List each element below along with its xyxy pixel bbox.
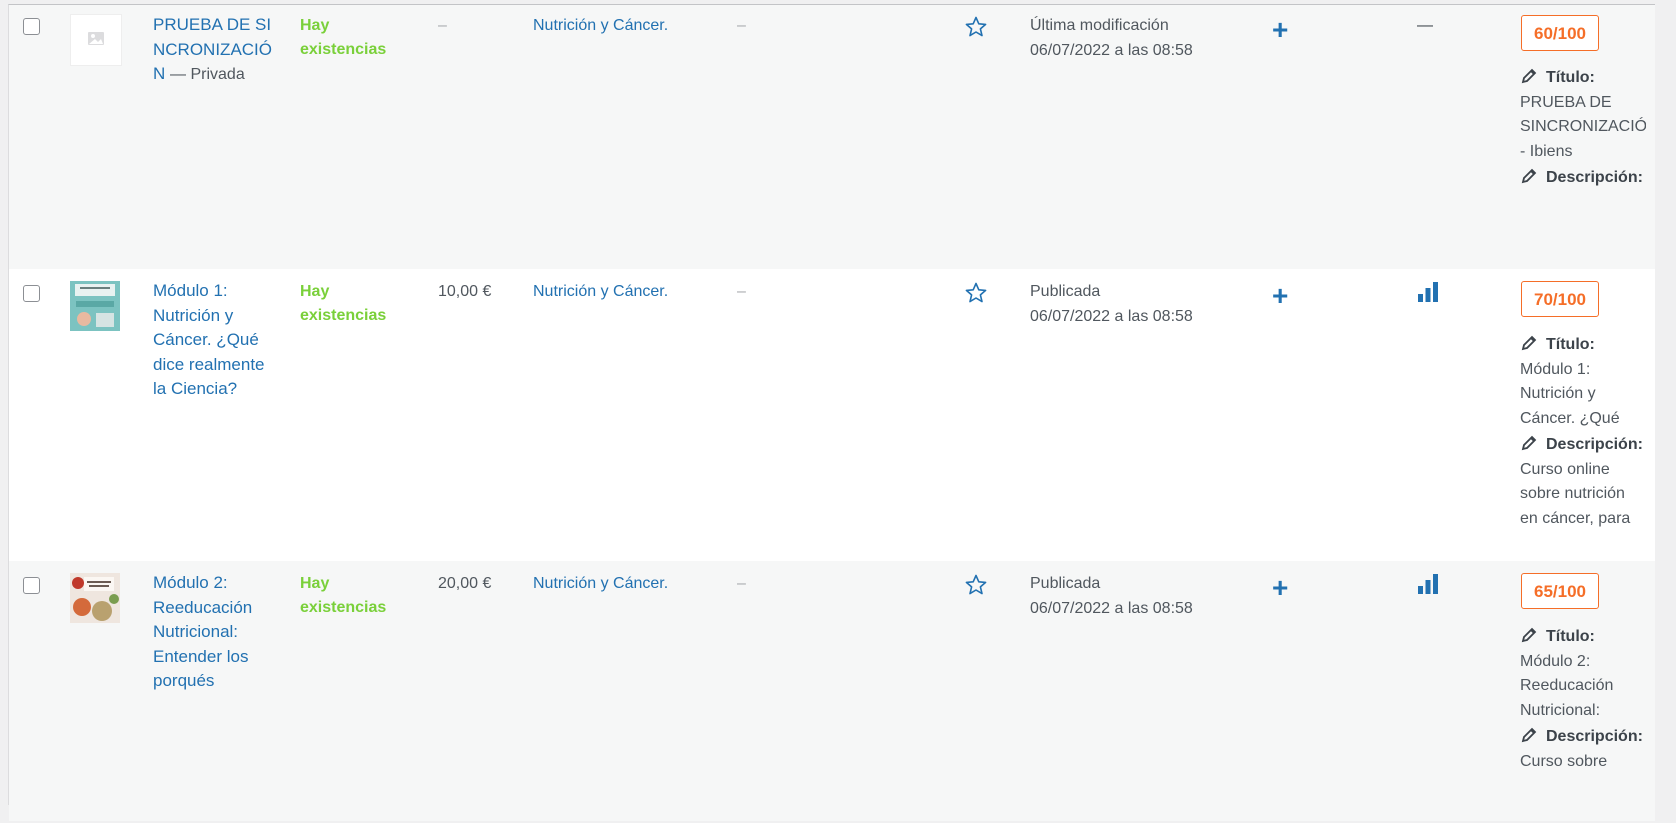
- product-title-link[interactable]: Módulo 1: Nutrición y Cáncer. ¿Qué dice …: [153, 279, 278, 402]
- plus-icon[interactable]: +: [1272, 282, 1288, 310]
- seo-title-block: Título: PRUEBA DE SINCRONIZACIÓN - Ibien…: [1520, 66, 1646, 164]
- status-label: Última modificación: [1030, 17, 1169, 34]
- product-image: [70, 573, 120, 623]
- table-row: Módulo 1: Nutrición y Cáncer. ¿Qué dice …: [9, 269, 1655, 561]
- analytics-button[interactable]: [1417, 573, 1439, 604]
- tags: –: [737, 283, 746, 300]
- status-date: 06/07/2022 a las 08:58: [1030, 599, 1193, 617]
- stock-status: Hay existencias: [300, 283, 387, 324]
- product-title[interactable]: PRUEBA DE SINCRONIZACIÓN — Privada: [153, 13, 283, 88]
- product-image: [70, 281, 120, 331]
- pencil-icon: [1521, 68, 1537, 84]
- publish-status: Última modificación 06/07/2022 a las 08:…: [1030, 14, 1230, 63]
- pencil-icon: [1521, 627, 1537, 643]
- status-label: Publicada: [1030, 575, 1101, 592]
- seo-title-text: Módulo 2: Reeducación Nutricional:: [1520, 652, 1614, 719]
- seo-description-text: Curso sobre: [1520, 752, 1608, 770]
- tags: –: [737, 575, 746, 592]
- analytics-button[interactable]: [1417, 281, 1439, 312]
- seo-title-text: PRUEBA DE SINCRONIZACIÓN - Ibiens: [1520, 93, 1646, 160]
- bar-chart-icon: [1418, 574, 1438, 594]
- table-row: PRUEBA DE SINCRONIZACIÓN — Privada Hay e…: [9, 5, 1655, 269]
- publish-status: Publicada 06/07/2022 a las 08:58: [1030, 572, 1230, 621]
- price: –: [438, 17, 447, 34]
- row-checkbox[interactable]: [23, 577, 40, 594]
- seo-title-text: Módulo 1: Nutrición y Cáncer. ¿Qué: [1520, 360, 1620, 427]
- stock-status: Hay existencias: [300, 575, 387, 616]
- plus-icon[interactable]: +: [1272, 16, 1288, 44]
- status-label: Publicada: [1030, 283, 1101, 300]
- plus-icon[interactable]: +: [1272, 574, 1288, 602]
- pencil-icon: [1521, 335, 1537, 351]
- category-link[interactable]: Nutrición y Cáncer.: [533, 14, 668, 39]
- category-link[interactable]: Nutrición y Cáncer.: [533, 280, 668, 305]
- seo-title-label: Título:: [1546, 69, 1595, 86]
- seo-description-label: Descripción:: [1546, 728, 1643, 745]
- seo-title-block: Título: Módulo 2: Reeducación Nutriciona…: [1520, 625, 1646, 723]
- featured-toggle[interactable]: [964, 15, 988, 48]
- product-thumbnail[interactable]: [70, 281, 120, 331]
- seo-description-label-row: Descripción:: [1520, 166, 1643, 191]
- star-outline-icon: [965, 574, 987, 595]
- featured-toggle[interactable]: [964, 281, 988, 314]
- seo-description-label: Descripción:: [1546, 436, 1643, 453]
- seo-score-badge[interactable]: 65/100: [1521, 573, 1599, 609]
- product-title-link[interactable]: Módulo 2: Reeducación Nutricional: Enten…: [153, 571, 271, 694]
- seo-description-label: Descripción:: [1546, 169, 1643, 186]
- pencil-icon: [1521, 435, 1537, 451]
- seo-title-label: Título:: [1546, 336, 1595, 353]
- analytics-empty: —: [1417, 17, 1433, 34]
- private-label: — Privada: [170, 66, 245, 83]
- star-outline-icon: [965, 282, 987, 303]
- seo-title-block: Título: Módulo 1: Nutrición y Cáncer. ¿Q…: [1520, 333, 1646, 431]
- publish-status: Publicada 06/07/2022 a las 08:58: [1030, 280, 1230, 329]
- row-checkbox[interactable]: [23, 285, 40, 302]
- bar-chart-icon: [1418, 282, 1438, 302]
- featured-toggle[interactable]: [964, 573, 988, 606]
- stock-status: Hay existencias: [300, 17, 387, 58]
- seo-score-badge[interactable]: 70/100: [1521, 281, 1599, 317]
- placeholder-image-icon: [88, 32, 104, 45]
- products-table: PRUEBA DE SINCRONIZACIÓN — Privada Hay e…: [8, 4, 1655, 821]
- row-checkbox[interactable]: [23, 18, 40, 35]
- category-link[interactable]: Nutrición y Cáncer.: [533, 572, 668, 597]
- status-date: 06/07/2022 a las 08:58: [1030, 41, 1193, 59]
- seo-title-label: Título:: [1546, 628, 1595, 645]
- pencil-icon: [1521, 168, 1537, 184]
- table-row: Módulo 2: Reeducación Nutricional: Enten…: [9, 561, 1655, 821]
- tags: –: [737, 17, 746, 34]
- product-thumbnail[interactable]: [70, 573, 120, 623]
- product-thumbnail[interactable]: [70, 14, 122, 66]
- seo-description-text: Curso online sobre nutrición en cáncer, …: [1520, 460, 1631, 527]
- star-outline-icon: [965, 16, 987, 37]
- price: 10,00 €: [438, 283, 492, 300]
- status-date: 06/07/2022 a las 08:58: [1030, 307, 1193, 325]
- seo-description-block: Descripción: Curso sobre: [1520, 725, 1646, 823]
- seo-score-badge[interactable]: 60/100: [1521, 15, 1599, 51]
- price: 20,00 €: [438, 575, 492, 592]
- pencil-icon: [1521, 727, 1537, 743]
- seo-description-block: Descripción: Curso online sobre nutrició…: [1520, 433, 1646, 531]
